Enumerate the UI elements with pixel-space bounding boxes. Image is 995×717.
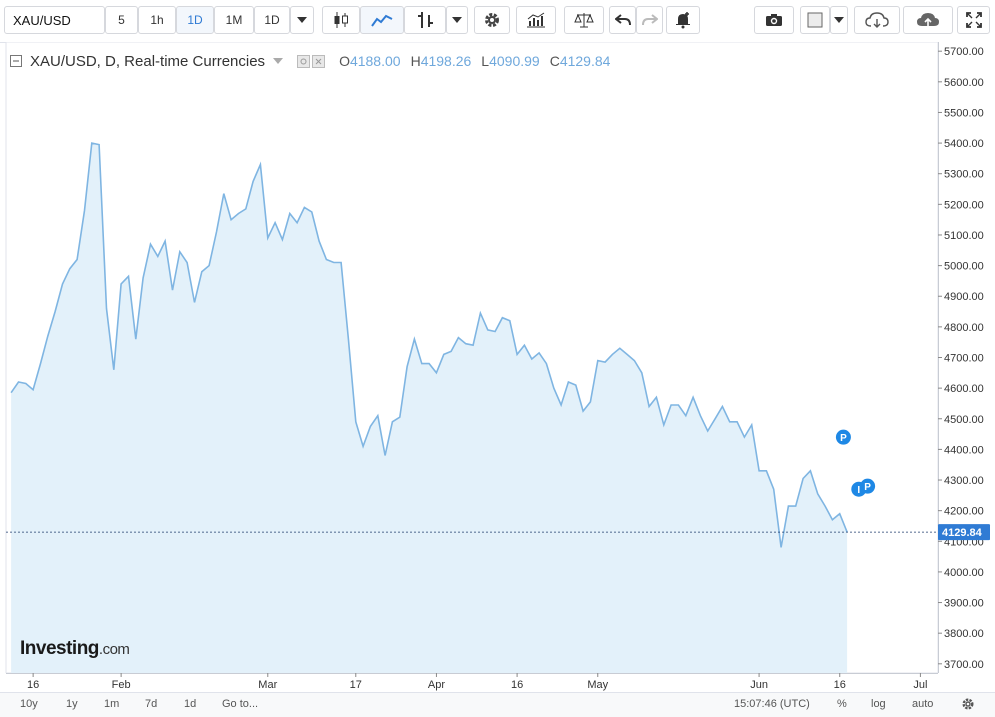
time-axis[interactable]: 16 Feb Mar 17 Apr 16 May Jun 16 Jul bbox=[0, 673, 995, 692]
price-tick-label: 4300.00 bbox=[944, 475, 984, 487]
bottom-settings-gear-icon[interactable] bbox=[961, 697, 975, 711]
price-tick-label: 4500.00 bbox=[944, 414, 984, 426]
price-tick-label: 4700.00 bbox=[944, 353, 984, 365]
time-tick-label: Apr bbox=[428, 679, 445, 691]
price-tick-label: 5300.00 bbox=[944, 169, 984, 181]
event-marker-label: I bbox=[857, 485, 860, 496]
auto-scale-button[interactable]: auto bbox=[912, 698, 933, 710]
legend-close-icon[interactable] bbox=[312, 54, 326, 68]
legend-close-label: C bbox=[549, 53, 560, 69]
current-price-label: 4129.84 bbox=[942, 527, 983, 539]
current-price-tag: 4129.84 bbox=[938, 524, 990, 541]
compare-scale-icon[interactable] bbox=[564, 6, 604, 34]
legend-title[interactable]: XAU/USD, D, Real-time Currencies bbox=[30, 53, 265, 70]
symbol-input[interactable]: XAU/USD bbox=[4, 6, 105, 34]
legend-high-value: 4198.26 bbox=[420, 53, 472, 69]
price-tick-label: 5000.00 bbox=[944, 261, 984, 273]
chart-type-chevron-down-icon[interactable] bbox=[446, 6, 468, 34]
candlestick-chart-icon[interactable] bbox=[322, 6, 360, 34]
range-1m-button[interactable]: 1m bbox=[104, 698, 119, 710]
settings-gear-icon[interactable] bbox=[474, 6, 510, 34]
time-tick-label: Feb bbox=[112, 679, 131, 691]
alert-bell-icon[interactable] bbox=[666, 6, 700, 34]
price-tick-label: 5400.00 bbox=[944, 138, 984, 150]
camera-screenshot-icon[interactable] bbox=[754, 6, 794, 34]
price-tick-label: 5500.00 bbox=[944, 107, 984, 119]
legend-open-value: 4188.00 bbox=[349, 53, 401, 69]
percent-scale-button[interactable]: % bbox=[837, 698, 847, 710]
logo-domain: .com bbox=[98, 641, 130, 658]
time-tick-label: 16 bbox=[511, 679, 523, 691]
interval-1d-button[interactable]: 1D bbox=[176, 6, 214, 34]
price-tick-label: 4400.00 bbox=[944, 444, 984, 456]
bottom-toolbar: 10y 1y 1m 7d 1d Go to... 15:07:46 (UTC) … bbox=[0, 692, 995, 717]
toolbar: XAU/USD 5 1h 1D 1M 1D bbox=[0, 0, 995, 43]
redo-icon[interactable] bbox=[636, 6, 663, 34]
price-tick-label: 4800.00 bbox=[944, 322, 984, 334]
time-tick-label: Mar bbox=[258, 679, 277, 691]
event-marker-label: P bbox=[864, 482, 871, 493]
time-tick-label: Jul bbox=[913, 679, 927, 691]
interval-chevron-down-icon[interactable] bbox=[290, 6, 314, 34]
price-tick-label: 5200.00 bbox=[944, 199, 984, 211]
event-marker-label: P bbox=[840, 433, 847, 444]
range-1y-button[interactable]: 1y bbox=[66, 698, 78, 710]
legend-high-label: H bbox=[410, 53, 421, 69]
collapse-minus-icon[interactable] bbox=[10, 55, 22, 67]
price-tick-label: 3700.00 bbox=[944, 659, 984, 671]
price-chart[interactable]: PI P 3700.003800.003900.004000.004100.004… bbox=[0, 42, 995, 692]
range-10y-button[interactable]: 10y bbox=[20, 698, 38, 710]
line-chart-icon[interactable] bbox=[360, 6, 404, 34]
time-tick-label: May bbox=[587, 679, 608, 691]
time-tick-label: 16 bbox=[27, 679, 39, 691]
layout-square-icon[interactable] bbox=[800, 6, 830, 34]
time-tick-label: Jun bbox=[750, 679, 768, 691]
utc-clock[interactable]: 15:07:46 (UTC) bbox=[734, 698, 810, 710]
event-marker[interactable]: P bbox=[835, 429, 851, 445]
price-tick-label: 3900.00 bbox=[944, 598, 984, 610]
price-tick-label: 5100.00 bbox=[944, 230, 984, 242]
indicators-icon[interactable] bbox=[516, 6, 556, 34]
fullscreen-icon[interactable] bbox=[957, 6, 990, 34]
undo-icon[interactable] bbox=[609, 6, 636, 34]
price-tick-label: 4600.00 bbox=[944, 383, 984, 395]
goto-date-button[interactable]: Go to... bbox=[222, 698, 258, 710]
interval-dropdown-button[interactable]: 1D bbox=[254, 6, 290, 34]
legend-open-label: O bbox=[339, 53, 350, 69]
cloud-upload-icon[interactable] bbox=[903, 6, 953, 34]
price-tick-label: 4900.00 bbox=[944, 291, 984, 303]
log-scale-button[interactable]: log bbox=[871, 698, 886, 710]
legend-close-value: 4129.84 bbox=[559, 53, 611, 69]
range-1d-button[interactable]: 1d bbox=[184, 698, 196, 710]
investing-logo: Investing.com bbox=[20, 638, 130, 660]
layout-chevron-down-icon[interactable] bbox=[830, 6, 848, 34]
interval-5-button[interactable]: 5 bbox=[105, 6, 138, 34]
bar-chart-icon[interactable] bbox=[404, 6, 446, 34]
event-marker[interactable]: P bbox=[860, 478, 876, 494]
legend-low-label: L bbox=[481, 53, 490, 69]
legend-settings-icon[interactable] bbox=[297, 54, 311, 68]
price-tick-label: 5700.00 bbox=[944, 46, 984, 58]
price-axis[interactable]: 3700.003800.003900.004000.004100.004200.… bbox=[938, 42, 995, 673]
price-tick-label: 5600.00 bbox=[944, 77, 984, 89]
interval-1m-button[interactable]: 1M bbox=[214, 6, 254, 34]
logo-name: Investing bbox=[20, 638, 99, 659]
interval-1h-button[interactable]: 1h bbox=[138, 6, 176, 34]
legend-low-value: 4090.99 bbox=[489, 53, 540, 69]
price-tick-label: 4000.00 bbox=[944, 567, 984, 579]
time-tick-label: 16 bbox=[834, 679, 846, 691]
cloud-download-icon[interactable] bbox=[854, 6, 900, 34]
price-tick-label: 4200.00 bbox=[944, 506, 984, 518]
time-tick-label: 17 bbox=[350, 679, 362, 691]
legend-chevron-down-icon[interactable] bbox=[273, 58, 284, 64]
chart-legend: XAU/USD, D, Real-time Currencies O 4188.… bbox=[10, 50, 610, 72]
range-7d-button[interactable]: 7d bbox=[145, 698, 157, 710]
price-tick-label: 3800.00 bbox=[944, 628, 984, 640]
